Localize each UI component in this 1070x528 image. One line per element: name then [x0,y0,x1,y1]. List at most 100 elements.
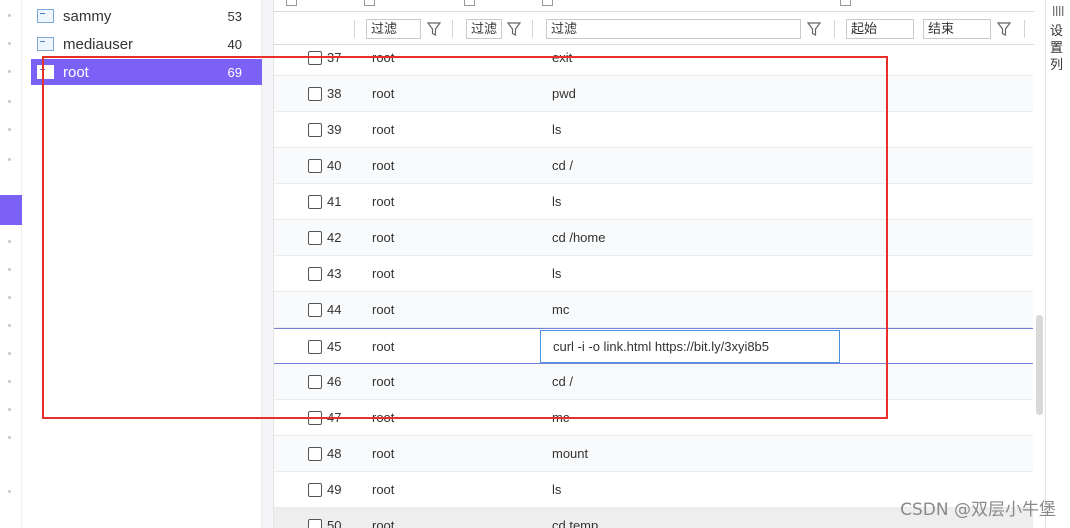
filter-funnel-icon[interactable] [427,21,441,37]
row-number: 49 [327,482,342,497]
user-filter-input[interactable]: 过滤 [366,19,421,39]
table-row[interactable]: 40 root cd / [274,148,1034,184]
column-header-checkbox[interactable] [464,0,475,6]
column-separator [452,20,453,38]
column-header-checkbox[interactable] [542,0,553,6]
session-count: 53 [227,8,242,24]
row-user: root [372,158,395,173]
table-row[interactable]: 37 root exit [274,40,1034,76]
table-row[interactable]: 47 root mc [274,400,1034,436]
table-row[interactable]: 41 root ls [274,184,1034,220]
scrollbar-thumb[interactable] [1036,315,1043,415]
nav-dot [8,324,11,327]
session-name: mediauser [63,35,134,53]
row-checkbox[interactable] [308,340,322,354]
row-user: root [372,302,395,317]
panel-gap [262,0,273,528]
session-list: sammy 53 mediauser 40 root 69 [31,0,262,528]
filter-funnel-icon[interactable] [507,21,521,37]
session-name: sammy [63,7,112,25]
command-filter-input[interactable]: 过滤 [546,19,801,39]
vertical-scrollbar[interactable] [1033,45,1045,528]
nav-dot [8,352,11,355]
row-checkbox[interactable] [308,267,322,281]
row-number: 43 [327,266,342,281]
row-checkbox[interactable] [308,87,322,101]
row-checkbox[interactable] [308,303,322,317]
nav-active-tab[interactable] [0,195,22,225]
history-grid: 过滤 过滤 过滤 起始 结束 37 root exit 38 root pwd … [273,0,1045,528]
column-header-checkbox[interactable] [364,0,375,6]
row-user: root [372,446,395,461]
nav-dot [8,100,11,103]
row-checkbox[interactable] [308,195,322,209]
filter-funnel-icon[interactable] [807,21,821,37]
column-separator [1024,20,1025,38]
table-row[interactable]: 48 root mount [274,436,1034,472]
table-row-selected[interactable]: 45 root curl -i -o link.html https://bit… [274,328,1034,364]
row-number: 47 [327,410,342,425]
row-command: mc [552,410,570,425]
table-row[interactable]: 44 root mc [274,292,1034,328]
session-count: 40 [227,36,242,52]
nav-dot [8,408,11,411]
row-checkbox[interactable] [308,123,322,137]
row-number: 50 [327,518,342,528]
row-user: root [372,194,395,209]
filter-funnel-icon[interactable] [997,21,1011,37]
session-item-mediauser[interactable]: mediauser 40 [31,31,262,57]
nav-dot [8,42,11,45]
row-command: ls [552,482,562,497]
row-user: root [372,50,395,65]
row-user: root [372,482,395,497]
row-number: 37 [327,50,342,65]
nav-dot [8,240,11,243]
column-settings-panel[interactable]: 设置列 [1045,0,1070,528]
session-item-sammy[interactable]: sammy 53 [31,3,262,29]
select-all-checkbox[interactable] [286,0,297,6]
row-command: cd / [552,158,573,173]
row-user: root [372,339,395,354]
row-checkbox[interactable] [308,483,322,497]
nav-dot [8,14,11,17]
end-time-filter[interactable]: 结束 [923,19,991,39]
column-separator [354,20,355,38]
watermark: CSDN @双层小牛堡 [900,500,1056,520]
nav-dot [8,70,11,73]
session-item-root[interactable]: root 69 [31,59,262,85]
column-header-checkbox[interactable] [840,0,851,6]
row-user: root [372,374,395,389]
table-row[interactable]: 39 root ls [274,112,1034,148]
row-checkbox[interactable] [308,159,322,173]
nav-dot [8,128,11,131]
row-checkbox[interactable] [308,51,322,65]
row-checkbox[interactable] [308,375,322,389]
row-user: root [372,86,395,101]
row-command: ls [552,266,562,281]
row-user: root [372,518,395,528]
start-time-filter[interactable]: 起始 [846,19,914,39]
row-command: cd / [552,374,573,389]
row-checkbox[interactable] [308,447,322,461]
table-row[interactable]: 42 root cd /home [274,220,1034,256]
nav-dot [8,268,11,271]
session-count: 69 [227,64,242,80]
row-number: 44 [327,302,342,317]
nav-dot [8,380,11,383]
row-command: mount [552,446,589,461]
row-checkbox[interactable] [308,231,322,245]
table-row[interactable]: 43 root ls [274,256,1034,292]
command-cell-editor[interactable]: curl -i -o link.html https://bit.ly/3xyi… [540,330,840,363]
row-command: mc [552,302,570,317]
row-checkbox[interactable] [308,411,322,425]
row-number: 38 [327,86,342,101]
row-number: 41 [327,194,342,209]
type-filter-input[interactable]: 过滤 [466,19,502,39]
session-name: root [63,63,89,81]
terminal-icon [37,9,54,23]
row-checkbox[interactable] [308,519,322,528]
table-row[interactable]: 38 root pwd [274,76,1034,112]
row-command: cd temp [552,518,599,528]
table-row[interactable]: 46 root cd / [274,364,1034,400]
column-separator [834,20,835,38]
